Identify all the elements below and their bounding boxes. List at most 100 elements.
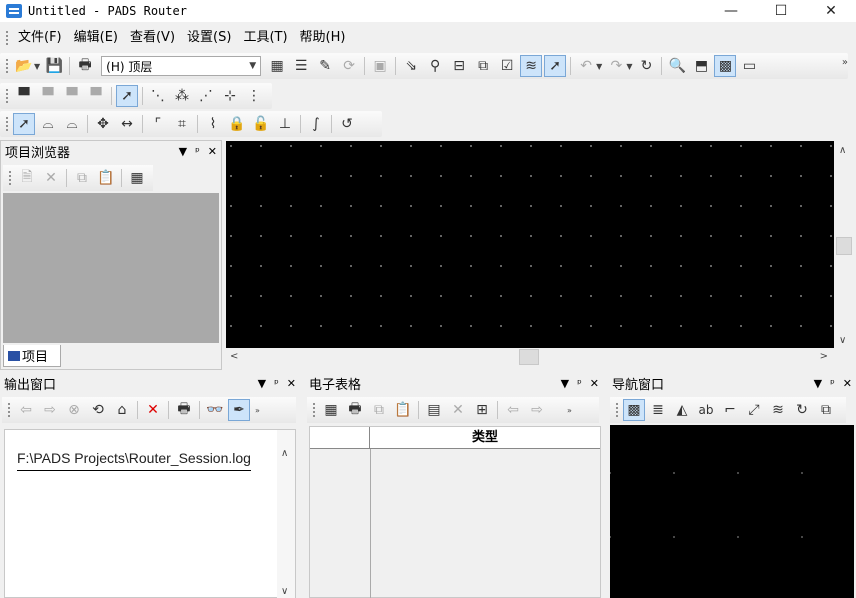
pen-icon[interactable]: ✒ xyxy=(228,399,250,421)
forward-icon[interactable]: ⇨ xyxy=(526,399,548,421)
back-icon[interactable]: ⇦ xyxy=(502,399,524,421)
output-log-area[interactable]: F:\PADS Projects\Router_Session.log ∧ ∨ xyxy=(4,429,296,598)
copy-icon[interactable]: ⧉ xyxy=(368,399,390,421)
clipboard-icon[interactable]: ▤ xyxy=(423,399,445,421)
scroll-up-icon[interactable]: ∧ xyxy=(839,145,846,156)
panel-dropdown-icon[interactable]: ▼ xyxy=(814,377,822,390)
unlock-icon[interactable]: 🔓 xyxy=(250,113,272,135)
dynamic-route-icon[interactable]: ⌓ xyxy=(61,113,83,135)
layers-icon[interactable]: ≣ xyxy=(647,399,669,421)
sheet-properties-icon[interactable]: ▦ xyxy=(320,399,342,421)
route-icon[interactable]: ≋ xyxy=(520,55,543,77)
panel-close-icon[interactable]: ✕ xyxy=(287,377,296,390)
properties-icon[interactable]: ▦ xyxy=(266,55,288,77)
spreadsheet-corner-cell[interactable] xyxy=(310,427,370,448)
zoom-area-icon[interactable]: ⬒ xyxy=(690,55,712,77)
menu-tools[interactable]: 工具(T) xyxy=(237,28,293,48)
window-icon[interactable]: ▭ xyxy=(738,55,760,77)
check-icon[interactable]: ☑ xyxy=(496,55,518,77)
component-select-icon[interactable]: ⋮ xyxy=(243,85,265,107)
toolbar-grip[interactable] xyxy=(7,402,11,418)
layer-inner-icon[interactable]: ▀ xyxy=(37,85,59,107)
redraw-icon[interactable]: ▣ xyxy=(369,55,391,77)
pin-pair-icon[interactable]: ⁂ xyxy=(171,85,193,107)
refresh-icon[interactable]: ⟳ xyxy=(338,55,360,77)
toolbar-grip[interactable] xyxy=(312,402,316,418)
home-icon[interactable]: ⌂ xyxy=(111,399,133,421)
layer-bottom-icon[interactable]: ▀ xyxy=(85,85,107,107)
toolbar-grip[interactable] xyxy=(615,402,619,418)
undo-dropdown-icon[interactable]: ▼ xyxy=(596,62,602,71)
scroll-down-icon[interactable]: ∨ xyxy=(281,586,288,597)
properties-icon[interactable]: ▦ xyxy=(126,167,148,189)
zoom-fit-icon[interactable]: ⧉ xyxy=(815,399,837,421)
design-canvas[interactable] xyxy=(226,141,834,348)
delete-icon[interactable]: ✕ xyxy=(447,399,469,421)
column-header-type[interactable]: 类型 xyxy=(370,427,600,448)
maximize-button[interactable]: ☐ xyxy=(756,0,806,22)
layer-top-icon[interactable]: ▀ xyxy=(13,85,35,107)
spreadsheet-grid[interactable]: 类型 xyxy=(309,426,601,598)
paste-icon[interactable]: 📋 xyxy=(95,167,117,189)
layer-list-icon[interactable]: ☰ xyxy=(290,55,312,77)
canvas-horizontal-scrollbar[interactable]: < > xyxy=(226,348,834,366)
zoom-icon[interactable]: 🔍 xyxy=(666,55,688,77)
menu-edit[interactable]: 编辑(E) xyxy=(68,28,124,48)
select-mode-icon[interactable]: ➚ xyxy=(13,113,35,135)
move-icon[interactable]: ✥ xyxy=(92,113,114,135)
print-icon[interactable]: 🖶 xyxy=(173,399,195,421)
tune-icon[interactable]: ⌇ xyxy=(202,113,224,135)
toolbar-overflow-icon[interactable]: » xyxy=(255,406,260,415)
drc-icon[interactable]: ⚲ xyxy=(424,55,446,77)
sheet-print-icon[interactable]: 🖶 xyxy=(344,399,366,421)
delete-icon[interactable]: ✕ xyxy=(40,167,62,189)
scroll-up-icon[interactable]: ∧ xyxy=(281,448,288,459)
panel-close-icon[interactable]: ✕ xyxy=(590,377,599,390)
horizontal-scroll-thumb[interactable] xyxy=(519,349,539,365)
menu-file[interactable]: 文件(F) xyxy=(12,28,68,48)
navigator-view[interactable] xyxy=(610,425,854,598)
insert-icon[interactable]: ⊞ xyxy=(471,399,493,421)
output-scrollbar[interactable]: ∧ ∨ xyxy=(277,430,295,598)
back-icon[interactable]: ⇦ xyxy=(15,399,37,421)
select-filter-icon[interactable]: ⇘ xyxy=(400,55,422,77)
save-icon[interactable]: 💾 xyxy=(43,55,65,77)
trace-select-icon[interactable]: ⋰ xyxy=(195,85,217,107)
split-icon[interactable]: ⌗ xyxy=(171,113,193,135)
redo-icon[interactable]: ↷ xyxy=(605,55,627,77)
layer-select[interactable]: (H) 顶层 ▼ xyxy=(101,56,262,76)
toolbar-grip[interactable] xyxy=(5,58,9,74)
vertical-scroll-thumb[interactable] xyxy=(836,237,852,255)
connection-icon[interactable]: ⤢ xyxy=(743,399,765,421)
paste-icon[interactable]: 📋 xyxy=(392,399,414,421)
pin-icon[interactable]: ᵖ xyxy=(274,377,279,390)
open-dropdown-icon[interactable]: ▼ xyxy=(34,62,40,71)
panel-dropdown-icon[interactable]: ▼ xyxy=(561,377,569,390)
project-tree-area[interactable] xyxy=(3,193,219,343)
pin-icon[interactable]: ᵖ xyxy=(577,377,582,390)
pin-icon[interactable]: ᵖ xyxy=(830,377,835,390)
board-view-icon[interactable]: ▩ xyxy=(714,55,737,77)
layer-inner-2-icon[interactable]: ▀ xyxy=(61,85,83,107)
find-icon[interactable]: 👓 xyxy=(204,399,226,421)
board-icon[interactable]: ▩ xyxy=(623,399,645,421)
toolbar-grip[interactable] xyxy=(5,116,9,132)
scroll-left-icon[interactable]: < xyxy=(230,351,238,362)
menu-view[interactable]: 查看(V) xyxy=(124,28,181,48)
panel-dropdown-icon[interactable]: ▼ xyxy=(179,145,187,158)
scroll-down-icon[interactable]: ∨ xyxy=(839,335,846,346)
menu-grip[interactable] xyxy=(5,30,9,46)
forward-icon[interactable]: ⇨ xyxy=(39,399,61,421)
panel-dropdown-icon[interactable]: ▼ xyxy=(258,377,266,390)
toolbar-overflow-icon[interactable]: » xyxy=(567,406,572,415)
accordion-icon[interactable]: ∫ xyxy=(305,113,327,135)
net-select-icon[interactable]: ⋱ xyxy=(147,85,169,107)
panel-close-icon[interactable]: ✕ xyxy=(208,145,217,158)
pointer-icon[interactable]: ➚ xyxy=(544,55,567,77)
lock-icon[interactable]: 🔒 xyxy=(226,113,248,135)
add-route-icon[interactable]: ⌓ xyxy=(37,113,59,135)
toggle-icon[interactable]: ⧉ xyxy=(472,55,494,77)
via-select-icon[interactable]: ⊹ xyxy=(219,85,241,107)
stop-icon[interactable]: ⊗ xyxy=(63,399,85,421)
menu-help[interactable]: 帮助(H) xyxy=(294,28,352,48)
